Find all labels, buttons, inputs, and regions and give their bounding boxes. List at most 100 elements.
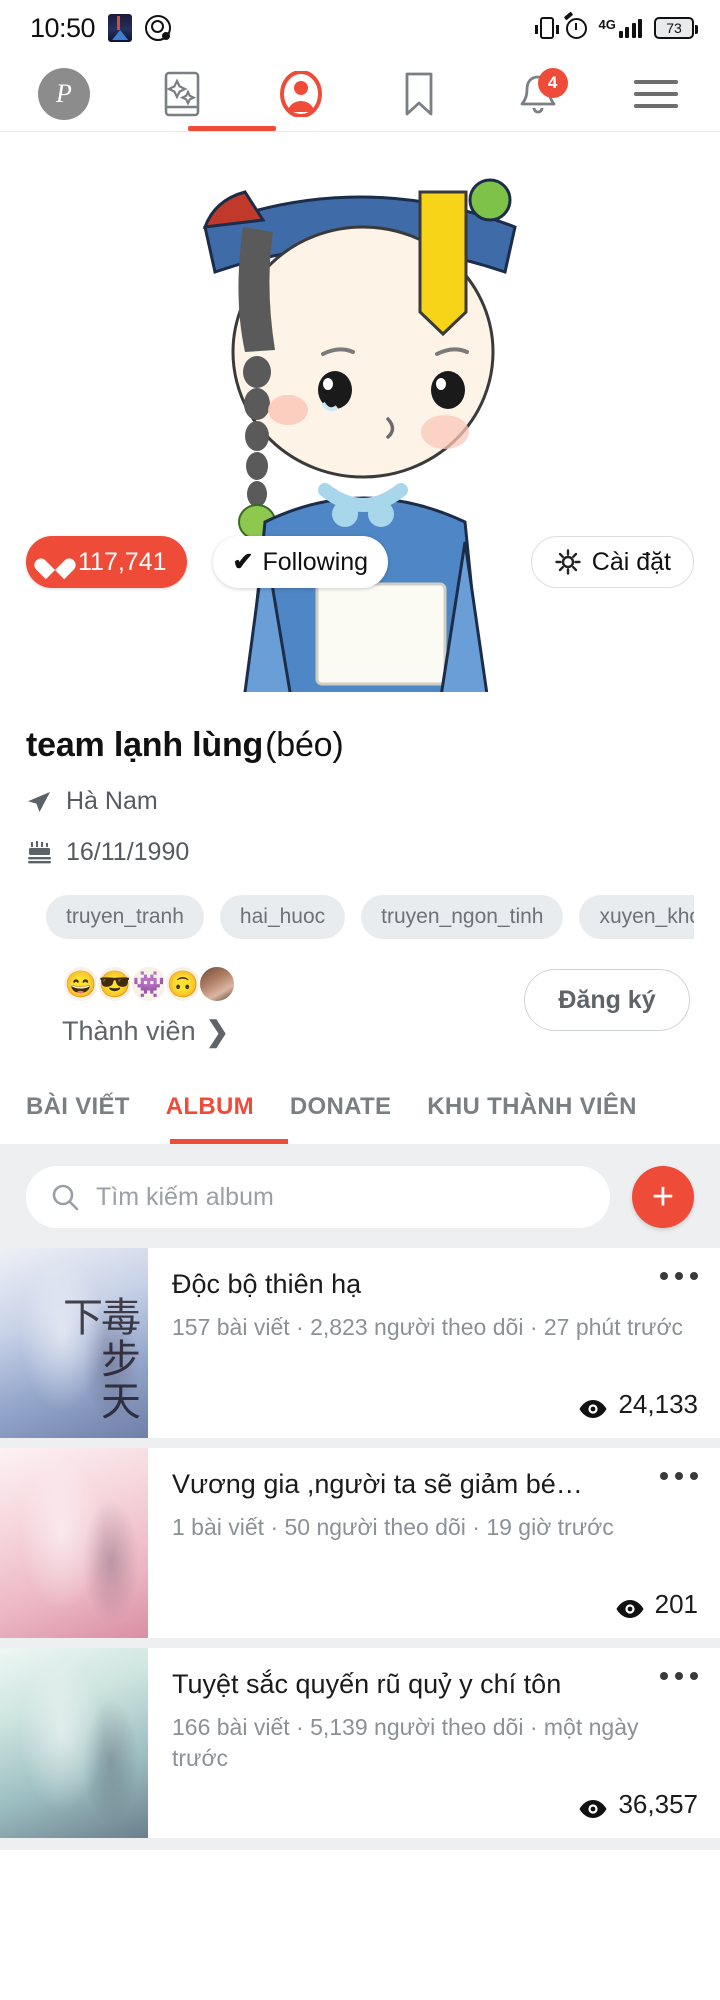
tab-bai-viet[interactable]: BÀI VIẾT <box>26 1070 130 1144</box>
member-avatar-stack: 😄 😎 👾 🙃 <box>30 965 236 1003</box>
album-body: Tuyệt sắc quyến rũ quỷ y chí tôn 166 bài… <box>148 1648 720 1838</box>
location-label: Hà Nam <box>66 787 158 815</box>
following-label: Following <box>262 547 369 576</box>
eye-icon <box>578 1395 608 1418</box>
nav-profile-button[interactable] <box>265 56 337 132</box>
profile-icon <box>279 70 322 117</box>
album-search-row: Tìm kiếm album + <box>0 1144 720 1248</box>
tag-chip[interactable]: truyen_ngon_tinh <box>361 895 564 939</box>
album-views-count: 36,357 <box>618 1789 698 1819</box>
settings-label: Cài đặt <box>591 547 671 576</box>
album-more-button[interactable] <box>660 1272 698 1280</box>
chevron-right-icon: ❯ <box>205 1016 230 1047</box>
album-thumbnail <box>0 1648 148 1838</box>
album-subtitle: 166 bài viết · 5,139 người theo dõi · mộ… <box>172 1713 639 1771</box>
network-type-label: 4G <box>598 16 616 32</box>
album-more-button[interactable] <box>660 1472 698 1480</box>
tab-album[interactable]: ALBUM <box>166 1070 254 1144</box>
birthday-label: 16/11/1990 <box>66 838 190 866</box>
search-input[interactable]: Tìm kiếm album <box>26 1166 610 1228</box>
list-item[interactable]: 毒步天下 Độc bộ thiên hạ 157 bài viết · 2,82… <box>0 1248 720 1438</box>
profile-name-bold: team lạnh lùng <box>26 726 264 764</box>
member-avatar <box>198 965 236 1003</box>
tab-khu-thanh-vien[interactable]: KHU THÀNH VIÊN <box>427 1070 637 1144</box>
tag-list: truyen_tranh hai_huoc truyen_ngon_tinh x… <box>46 895 694 939</box>
status-bar: 10:50 4G 73 <box>0 0 720 56</box>
album-views: 36,357 <box>578 1789 698 1824</box>
album-views-count: 24,133 <box>618 1389 698 1419</box>
nav-avatar-button[interactable]: P <box>28 56 100 132</box>
active-nav-indicator <box>188 126 276 131</box>
camera-icon <box>145 15 172 41</box>
add-album-button[interactable]: + <box>632 1166 694 1228</box>
location-send-icon <box>26 789 52 815</box>
profile-cover-illustration <box>202 178 517 692</box>
album-views: 24,133 <box>578 1389 698 1424</box>
nav-bookmark-button[interactable] <box>383 56 455 132</box>
search-placeholder: Tìm kiếm album <box>96 1182 274 1211</box>
heart-icon <box>42 550 68 574</box>
nav-menu-button[interactable] <box>620 56 692 132</box>
profile-tabs: BÀI VIẾT ALBUM DONATE KHU THÀNH VIÊN <box>0 1070 720 1144</box>
nav-discover-button[interactable] <box>146 56 218 132</box>
album-thumbnail <box>0 1448 148 1638</box>
member-avatar: 👾 <box>130 965 168 1003</box>
member-avatar: 😄 <box>62 965 100 1003</box>
status-clock: 10:50 <box>30 12 96 43</box>
menu-icon <box>633 79 678 108</box>
discover-book-icon <box>165 71 200 116</box>
members-group[interactable]: 😄 😎 👾 🙃 Thành viên ❯ <box>30 965 236 1048</box>
tag-chip[interactable]: truyen_tranh <box>46 895 204 939</box>
eye-icon <box>615 1595 645 1618</box>
profile-cover <box>0 132 720 692</box>
signal-icon: 4G <box>598 16 642 38</box>
members-label-text: Thành viên <box>62 1016 196 1046</box>
album-title: Tuyệt sắc quyến rũ quỷ y chí tôn <box>172 1669 562 1699</box>
alarm-icon <box>565 17 587 39</box>
profile-name-suffix: (béo) <box>265 726 344 764</box>
album-cover-text: 毒步天下 <box>56 1296 140 1422</box>
likes-button[interactable]: 117,741 <box>26 536 187 588</box>
list-item[interactable]: Vương gia ,người ta sẽ giảm bé… 1 bài vi… <box>0 1448 720 1638</box>
following-button[interactable]: ✔ Following <box>212 536 389 588</box>
gear-icon <box>555 549 581 575</box>
album-body: Độc bộ thiên hạ 157 bài viết · 2,823 ngư… <box>148 1248 720 1438</box>
member-avatar: 🙃 <box>164 965 202 1003</box>
battery-icon: 73 <box>654 17 698 39</box>
eye-icon <box>578 1795 608 1818</box>
check-icon: ✔ <box>232 547 254 576</box>
battery-level-label: 73 <box>666 20 682 36</box>
tab-donate[interactable]: DONATE <box>290 1070 391 1144</box>
rocket-app-icon <box>108 14 133 42</box>
active-tab-indicator <box>170 1139 288 1144</box>
album-title: Vương gia ,người ta sẽ giảm bé… <box>172 1469 583 1499</box>
search-icon <box>50 1182 80 1212</box>
members-row: 😄 😎 👾 🙃 Thành viên ❯ Đăng ký <box>26 965 694 1048</box>
list-item[interactable]: Tuyệt sắc quyến rũ quỷ y chí tôn 166 bài… <box>0 1648 720 1838</box>
status-bar-left: 10:50 <box>30 12 172 44</box>
birthday-row: 16/11/1990 <box>26 838 694 867</box>
tag-chip[interactable]: xuyen_khong <box>579 895 694 939</box>
register-button[interactable]: Đăng ký <box>524 969 690 1031</box>
tag-chip[interactable]: hai_huoc <box>219 895 346 939</box>
album-subtitle: 157 bài viết · 2,823 người theo dõi · 27… <box>172 1313 684 1340</box>
nav-notifications-button[interactable]: 4 <box>502 56 574 132</box>
members-link[interactable]: Thành viên ❯ <box>62 1015 236 1048</box>
notification-badge: 4 <box>537 67 568 98</box>
bookmark-icon <box>405 72 433 115</box>
album-more-button[interactable] <box>660 1672 698 1680</box>
album-title: Độc bộ thiên hạ <box>172 1269 362 1299</box>
album-section: Tìm kiếm album + 毒步天下 Độc bộ thiên hạ 15… <box>0 1144 720 1850</box>
album-views-count: 201 <box>654 1589 698 1619</box>
album-body: Vương gia ,người ta sẽ giảm bé… 1 bài vi… <box>148 1448 720 1638</box>
profile-info: team lạnh lùng (béo) Hà Nam 16/11/1990 t… <box>0 692 720 1048</box>
page-title: team lạnh lùng (béo) <box>26 726 694 765</box>
status-bar-right: 4G 73 <box>534 16 698 39</box>
avatar-letter: P <box>56 78 72 108</box>
location-row: Hà Nam <box>26 787 694 816</box>
album-thumbnail: 毒步天下 <box>0 1248 148 1438</box>
album-views: 201 <box>615 1589 698 1624</box>
avatar: P <box>38 67 90 120</box>
settings-button[interactable]: Cài đặt <box>530 536 694 588</box>
birthday-cake-icon <box>26 840 52 866</box>
